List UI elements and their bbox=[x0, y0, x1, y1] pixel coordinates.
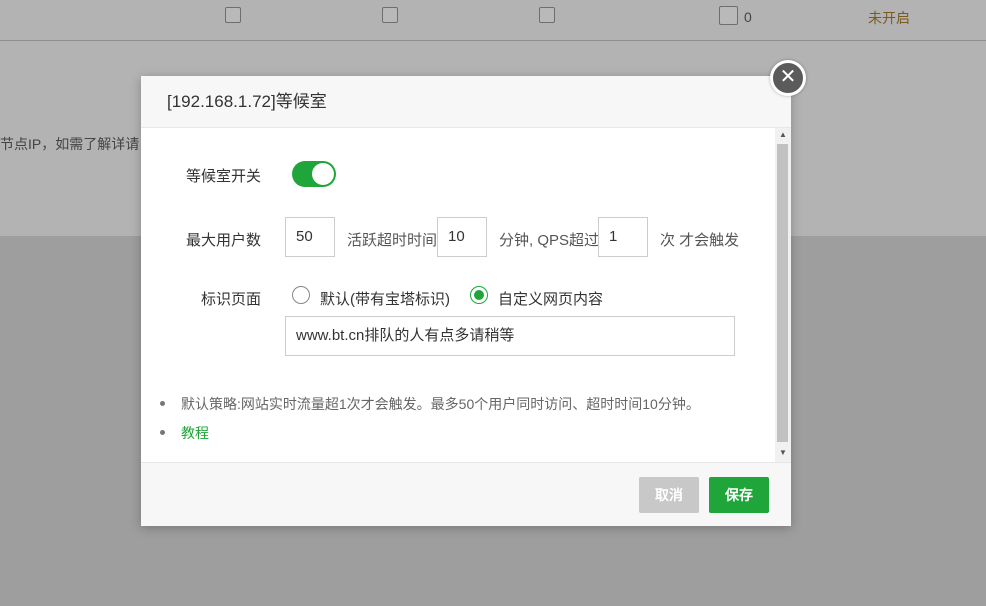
toggle-knob bbox=[312, 163, 334, 185]
page-label: 标识页面 bbox=[200, 291, 261, 308]
option-custom-label[interactable]: 自定义网页内容 bbox=[498, 288, 603, 309]
background-table-row: 0 未开启 bbox=[0, 0, 986, 41]
radio-dot bbox=[474, 290, 484, 300]
max-users-input[interactable]: 50 bbox=[285, 217, 335, 257]
save-button[interactable]: 保存 bbox=[709, 477, 769, 513]
row-checkbox[interactable] bbox=[382, 7, 398, 23]
cancel-button[interactable]: 取消 bbox=[639, 477, 699, 513]
row-checkbox[interactable] bbox=[539, 7, 555, 23]
bullet-dot bbox=[160, 401, 165, 406]
switch-label: 等候室开关 bbox=[185, 168, 261, 185]
scroll-down-icon[interactable]: ▼ bbox=[775, 446, 791, 460]
timeout-label: 活跃超时时间 bbox=[347, 232, 438, 249]
dialog-title: [192.168.1.72]等候室 bbox=[141, 76, 791, 128]
waiting-room-toggle[interactable] bbox=[292, 161, 336, 187]
qps-input[interactable]: 1 bbox=[598, 217, 648, 257]
timeout-unit: 分钟, QPS超过 bbox=[499, 232, 600, 249]
status-text: 未开启 bbox=[868, 10, 910, 26]
qps-suffix: 次 才会触发 bbox=[660, 232, 740, 249]
option-default-label[interactable]: 默认(带有宝塔标识) bbox=[320, 288, 450, 309]
scroll-thumb[interactable] bbox=[777, 144, 788, 442]
scroll-up-icon[interactable]: ▲ bbox=[775, 128, 791, 142]
close-icon[interactable]: ✕ bbox=[770, 60, 806, 96]
radio-custom-page[interactable] bbox=[470, 286, 488, 304]
background-description: 节点IP，如需了解详请 bbox=[0, 136, 140, 152]
tutorial-link[interactable]: 教程 bbox=[181, 423, 209, 443]
row-checkbox[interactable] bbox=[225, 7, 241, 23]
bullet-dot bbox=[160, 430, 165, 435]
max-users-label: 最大用户数 bbox=[185, 232, 261, 249]
row-count: 0 bbox=[744, 9, 752, 25]
waiting-room-dialog: [192.168.1.72]等候室 等候室开关 最大用户数 50 活跃超时时间 … bbox=[141, 76, 791, 526]
dialog-footer: 取消 保存 bbox=[141, 462, 791, 526]
row-checkbox[interactable] bbox=[719, 6, 738, 25]
timeout-input[interactable]: 10 bbox=[437, 217, 487, 257]
custom-content-input[interactable]: www.bt.cn排队的人有点多请稍等 bbox=[285, 316, 735, 356]
radio-default-page[interactable] bbox=[292, 286, 310, 304]
dialog-scrollbar[interactable]: ▲ ▼ bbox=[775, 128, 791, 462]
dialog-body: 等候室开关 最大用户数 50 活跃超时时间 10 分钟, QPS超过 1 次 才… bbox=[141, 128, 791, 462]
note-text: 默认策略:网站实时流量超1次才会触发。最多50个用户同时访问、超时时间10分钟。 bbox=[181, 396, 700, 412]
